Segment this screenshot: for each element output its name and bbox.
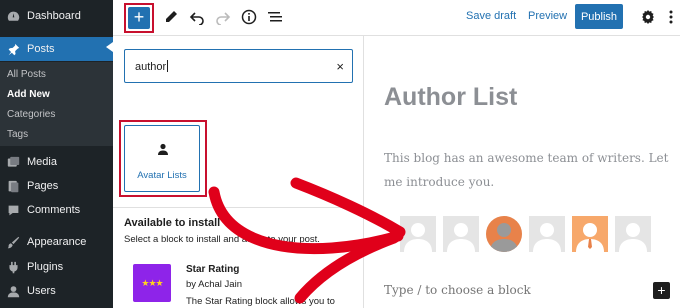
post-title[interactable]: Author List xyxy=(384,83,517,112)
list-view-icon[interactable] xyxy=(265,7,285,27)
pencil-icon[interactable] xyxy=(161,7,181,27)
pages-icon xyxy=(6,179,20,193)
more-options-icon[interactable] xyxy=(661,7,680,27)
media-icon xyxy=(6,155,20,169)
avatar xyxy=(615,216,651,252)
sidebar-item-comments[interactable]: Comments xyxy=(0,200,113,220)
sidebar-item-media[interactable]: Media xyxy=(0,152,113,172)
save-draft-button[interactable]: Save draft xyxy=(466,10,516,22)
plugin-author: by Achal Jain xyxy=(186,279,242,290)
block-inserter-panel: author × Avatar Lists Available to insta… xyxy=(113,36,364,308)
user-icon xyxy=(158,143,168,155)
sidebar-item-label: Pages xyxy=(27,180,59,192)
sidebar-item-users[interactable]: Users xyxy=(0,281,113,301)
add-block-button[interactable]: + xyxy=(653,282,670,299)
submenu-categories[interactable]: Categories xyxy=(0,104,113,124)
sidebar-item-posts[interactable]: Posts xyxy=(0,37,113,61)
avatar xyxy=(443,216,479,252)
plugin-name[interactable]: Star Rating xyxy=(186,264,239,275)
users-icon xyxy=(6,284,20,298)
sidebar-item-label: Media xyxy=(27,156,57,168)
gear-icon[interactable] xyxy=(638,7,658,27)
submenu-all-posts[interactable]: All Posts xyxy=(0,64,113,84)
search-value: author xyxy=(135,61,167,73)
info-icon[interactable] xyxy=(239,7,259,27)
submenu-tags[interactable]: Tags xyxy=(0,124,113,144)
redo-icon[interactable] xyxy=(213,7,233,27)
avatar xyxy=(400,216,436,252)
editor-toolbar: + Save draft Preview Publish xyxy=(113,0,680,36)
block-search-input[interactable]: author × xyxy=(124,49,353,83)
block-inserter-toggle-button[interactable]: + xyxy=(128,7,150,29)
plugin-description: The Star Rating block allows you to xyxy=(186,296,335,307)
paragraph-block[interactable]: This blog has an awesome team of writers… xyxy=(384,146,674,194)
highlight-box: Avatar Lists xyxy=(119,120,207,197)
editor-canvas: Author List This blog has an awesome tea… xyxy=(364,36,680,308)
admin-sidebar: Dashboard Posts All Posts Add New Catego… xyxy=(0,0,113,308)
close-icon[interactable]: × xyxy=(336,59,344,74)
avatar-lists-block[interactable]: Avatar Lists xyxy=(124,125,200,192)
sidebar-item-label: Appearance xyxy=(27,236,87,248)
sidebar-item-dashboard[interactable]: Dashboard xyxy=(0,6,113,26)
avatar xyxy=(486,216,522,252)
sidebar-item-label: Comments xyxy=(27,204,81,216)
sidebar-item-label: Posts xyxy=(27,43,55,55)
avatar xyxy=(529,216,565,252)
comment-bubble-icon xyxy=(6,203,20,217)
publish-button[interactable]: Publish xyxy=(575,4,623,29)
sidebar-item-pages[interactable]: Pages xyxy=(0,176,113,196)
divider xyxy=(113,207,364,208)
block-label: Avatar Lists xyxy=(137,170,187,181)
paintbrush-icon xyxy=(6,235,20,249)
submenu-add-new[interactable]: Add New xyxy=(0,84,113,104)
highlight-box: + xyxy=(124,3,154,33)
undo-icon[interactable] xyxy=(187,7,207,27)
dashboard-icon xyxy=(6,9,20,23)
preview-button[interactable]: Preview xyxy=(528,10,567,22)
sidebar-item-label: Dashboard xyxy=(27,10,81,22)
plugin-icon xyxy=(6,260,20,274)
available-to-install-description: Select a block to install and add it to … xyxy=(124,234,320,245)
sidebar-item-label: Plugins xyxy=(27,261,64,273)
pushpin-icon xyxy=(6,42,20,56)
available-to-install-heading: Available to install xyxy=(124,217,221,229)
sidebar-item-appearance[interactable]: Appearance xyxy=(0,232,113,252)
block-placeholder[interactable]: Type / to choose a block xyxy=(384,283,531,297)
sidebar-item-plugins[interactable]: Plugins xyxy=(0,257,113,277)
star-rating-plugin-icon[interactable]: ★★★ xyxy=(133,264,171,302)
avatar xyxy=(572,216,608,252)
sidebar-item-label: Users xyxy=(27,285,56,297)
